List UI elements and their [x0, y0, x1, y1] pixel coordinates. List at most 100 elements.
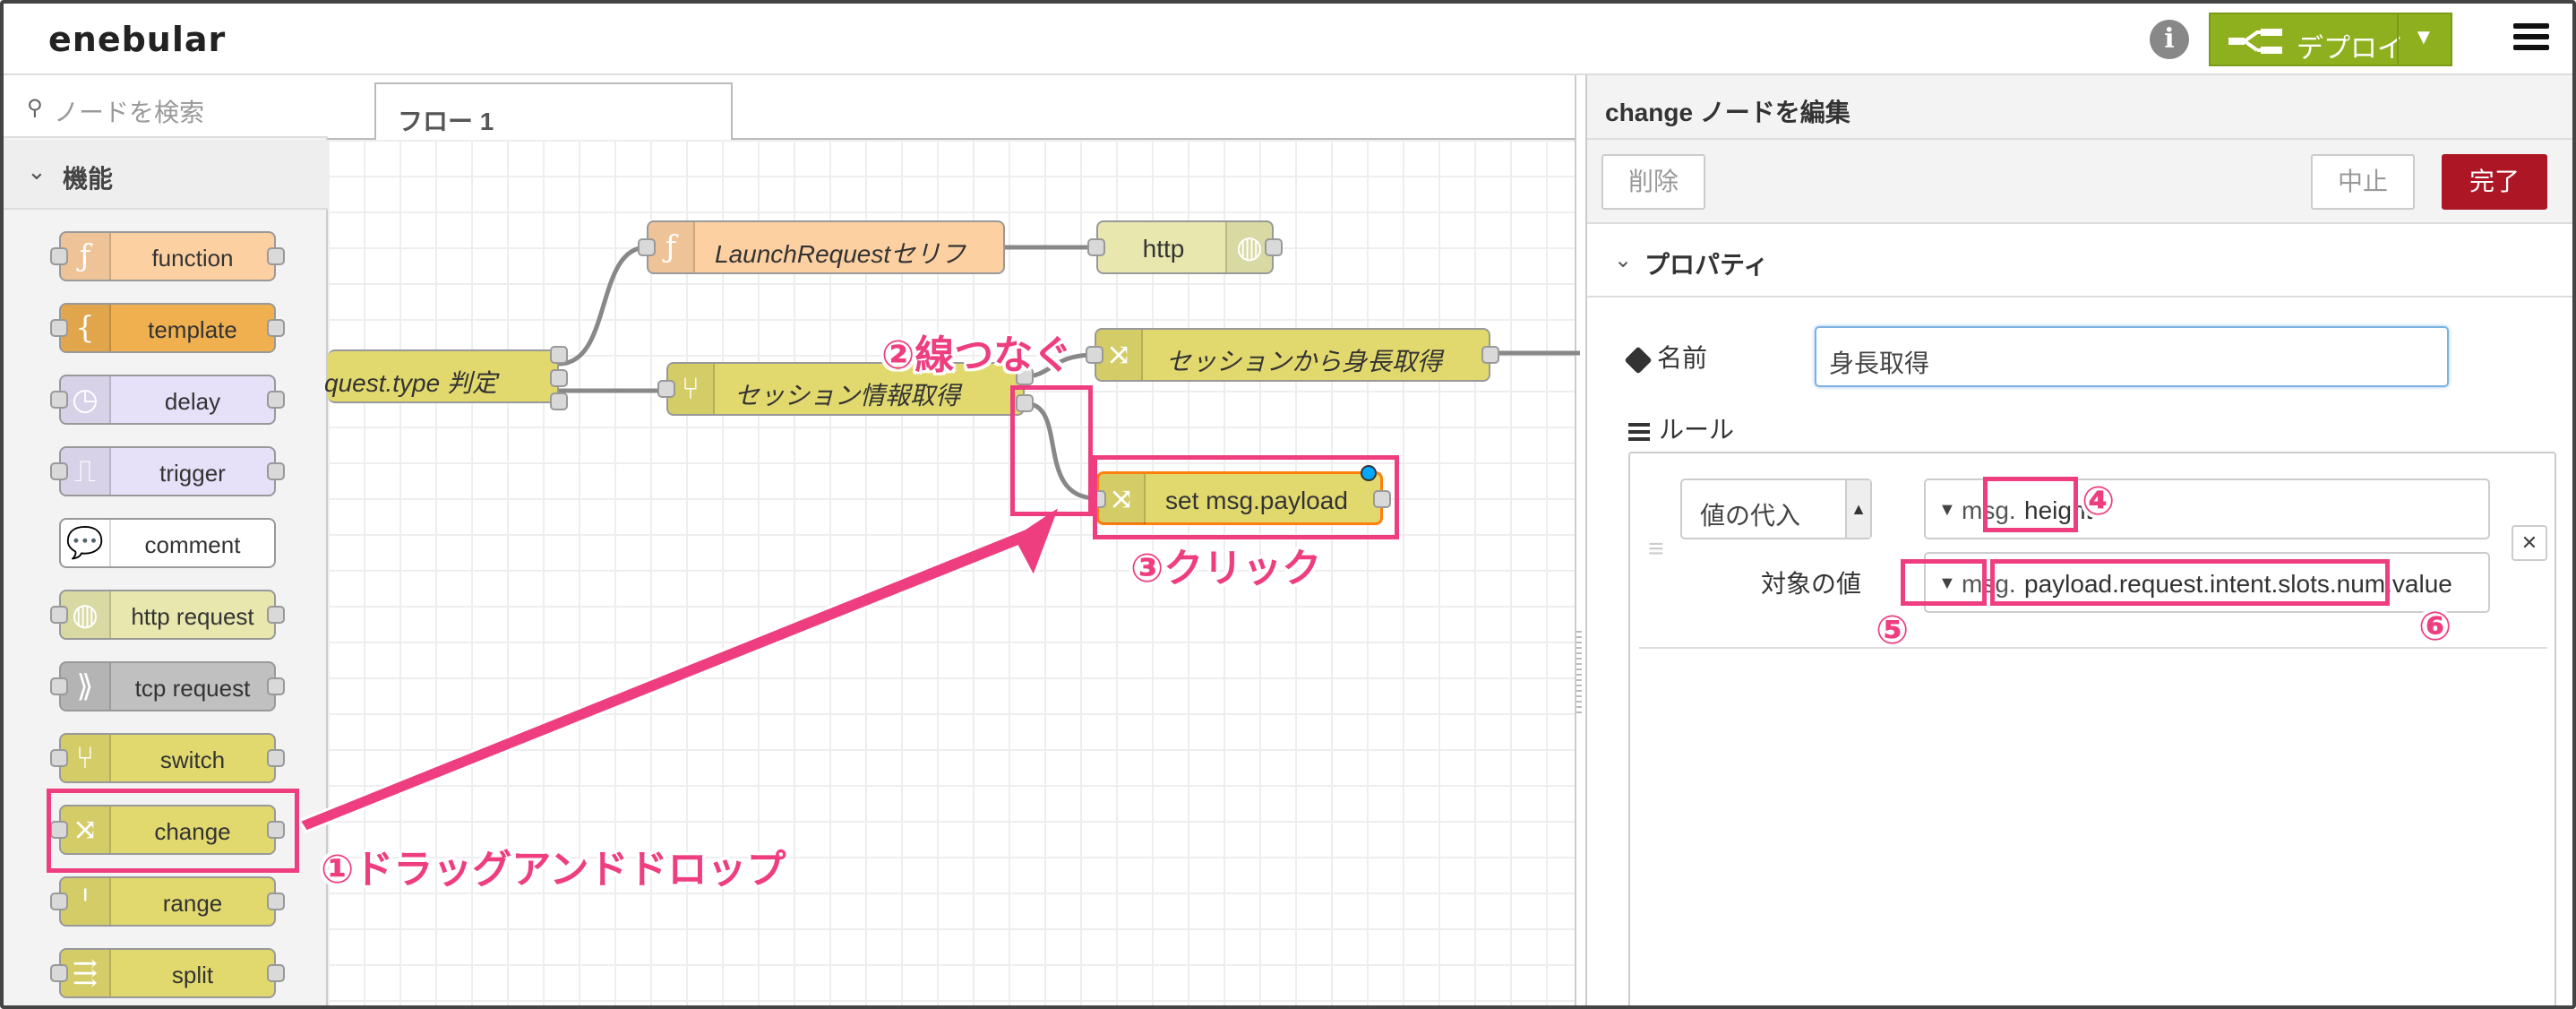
- remove-rule-button[interactable]: ✕: [2512, 525, 2547, 561]
- annotation-step5: ⑤: [1876, 608, 1910, 653]
- top-header: enebular i デプロイ ▼: [4, 4, 2572, 75]
- input-port[interactable]: [1087, 238, 1105, 256]
- annotation-step2: ②線つなぐ: [881, 332, 1073, 378]
- panel-splitter[interactable]: [1576, 631, 1582, 717]
- properties-section-header[interactable]: ⌄ プロパティ: [1587, 224, 2572, 298]
- palette-node-label: split: [171, 962, 214, 988]
- palette-node-template[interactable]: {template: [50, 303, 285, 353]
- output-port[interactable]: [1265, 238, 1283, 256]
- list-icon: [1628, 422, 1650, 441]
- edit-panel-toolbar: 削除 中止 完了: [1587, 140, 2572, 224]
- annotation-box-value: [1990, 559, 2390, 606]
- palette-node-tcp-request[interactable]: ⟫ tcp request: [50, 661, 285, 711]
- deploy-separator: [2397, 14, 2399, 65]
- output-port[interactable]: [550, 369, 568, 387]
- annotation-step4: ④: [2082, 479, 2116, 524]
- palette-node-trigger[interactable]: ⎍ trigger: [50, 446, 285, 496]
- output-port[interactable]: [267, 247, 285, 265]
- palette-node-switch[interactable]: ⑂ switch: [50, 733, 285, 783]
- input-port[interactable]: [50, 749, 68, 767]
- input-port[interactable]: [657, 380, 675, 398]
- annotation-step3: ③クリック: [1130, 546, 1322, 591]
- output-port[interactable]: [267, 893, 285, 910]
- palette-node-label: delay: [164, 388, 221, 415]
- input-port[interactable]: [50, 319, 68, 337]
- palette-node-split[interactable]: ⇶ split: [50, 948, 285, 998]
- output-port[interactable]: [267, 606, 285, 624]
- palette-node-label: http request: [131, 603, 254, 630]
- search-icon: ⚲: [27, 96, 43, 120]
- name-label: 名前: [1657, 344, 1708, 372]
- cancel-button[interactable]: 中止: [2311, 154, 2415, 210]
- input-port[interactable]: [50, 247, 68, 265]
- output-port[interactable]: [267, 462, 285, 480]
- flow-tabbar: フロー 1: [328, 75, 1575, 142]
- deploy-icon: [2228, 29, 2282, 54]
- category-label: 機能: [63, 165, 114, 193]
- output-port[interactable]: [267, 749, 285, 767]
- chevron-down-icon: ⌄: [27, 158, 47, 185]
- flow-node[interactable]: ƒ LaunchRequestセリフ: [638, 220, 1005, 274]
- delete-button[interactable]: 削除: [1601, 154, 1705, 210]
- annotation-box-node: [1093, 455, 1399, 539]
- name-field[interactable]: 身長取得: [1815, 326, 2449, 387]
- flow-node[interactable]: ◍ http: [1087, 220, 1283, 274]
- tag-icon: [1624, 346, 1653, 375]
- flow-node[interactable]: quest.type 判定: [324, 346, 568, 410]
- output-port[interactable]: [267, 391, 285, 409]
- output-port[interactable]: [550, 346, 568, 364]
- output-port[interactable]: [550, 392, 568, 410]
- palette-node-function[interactable]: ƒ function: [50, 231, 285, 281]
- input-port[interactable]: [50, 893, 68, 910]
- palette-node-delay[interactable]: ◷ delay: [50, 375, 285, 425]
- palette-node-label: switch: [159, 746, 226, 773]
- edit-panel-header: change ノードを編集: [1587, 75, 2572, 140]
- flow-node[interactable]: ⤨ セッションから身長取得: [1086, 328, 1499, 382]
- switch-icon: ⑂: [61, 735, 111, 781]
- palette-category-header[interactable]: ⌄ 機能: [4, 140, 328, 210]
- info-icon[interactable]: i: [2150, 20, 2189, 59]
- trigger-icon: ⎍: [61, 448, 111, 495]
- annotation-step1: ①ドラッグアンドドロップ: [321, 847, 786, 893]
- input-port[interactable]: [1086, 346, 1103, 364]
- output-port[interactable]: [267, 319, 285, 337]
- section-label: プロパティ: [1644, 251, 1769, 279]
- app-logo: enebular: [48, 20, 227, 59]
- edit-panel: change ノードを編集 削除 中止 完了 ⌄ プロパティ 名前 身長取得 ル…: [1585, 75, 2572, 1005]
- input-port[interactable]: [50, 462, 68, 480]
- caret-down-icon[interactable]: ▼: [2413, 25, 2434, 50]
- annotation-box-change: [47, 789, 299, 873]
- output-port[interactable]: [267, 677, 285, 695]
- tab-flow-1[interactable]: フロー 1: [374, 82, 733, 142]
- palette-node-label: template: [148, 316, 237, 343]
- input-port[interactable]: [638, 238, 656, 256]
- hamburger-menu-icon[interactable]: [2513, 23, 2549, 56]
- edit-panel-title: change ノードを編集: [1605, 99, 1850, 126]
- input-port[interactable]: [50, 677, 68, 695]
- deploy-button[interactable]: デプロイ ▼: [2209, 13, 2452, 66]
- palette-node-comment[interactable]: 💬 comment: [59, 518, 276, 568]
- input-port[interactable]: [50, 964, 68, 982]
- caret-down-icon[interactable]: ▼: [1938, 500, 1956, 521]
- input-port[interactable]: [50, 606, 68, 624]
- app-window: enebular i デプロイ ▼ ⚲ ノードを検索 ⌄ 機能 ƒ functio…: [0, 0, 2576, 1009]
- rules-container: ≡ 値の代入 ▲ ▼ msg. height 対象の値 ▼ msg. paylo…: [1628, 452, 2556, 1005]
- range-icon: ᑊ: [61, 878, 111, 925]
- flow-node-label: http: [1142, 235, 1185, 263]
- search-input[interactable]: ノードを検索: [54, 93, 204, 129]
- palette-node-label: tcp request: [134, 675, 251, 702]
- output-port[interactable]: [1481, 346, 1499, 364]
- drag-handle-icon[interactable]: ≡: [1648, 534, 1664, 565]
- rule-action-select[interactable]: 値の代入 ▲: [1680, 479, 1872, 539]
- palette-search[interactable]: ⚲ ノードを検索: [4, 75, 328, 138]
- palette-node-http-request[interactable]: ◍ http request: [50, 590, 285, 640]
- palette-node-label: range: [162, 890, 223, 917]
- select-caret-icon: ▲: [1845, 480, 1870, 538]
- flow-node-label: セッション情報取得: [734, 382, 961, 410]
- palette-node-range[interactable]: ᑊ range: [50, 876, 285, 927]
- input-port[interactable]: [50, 391, 68, 409]
- flow-node-label: quest.type 判定: [324, 369, 497, 397]
- output-port[interactable]: [267, 964, 285, 982]
- deploy-label: デプロイ: [2297, 34, 2404, 64]
- done-button[interactable]: 完了: [2442, 154, 2547, 210]
